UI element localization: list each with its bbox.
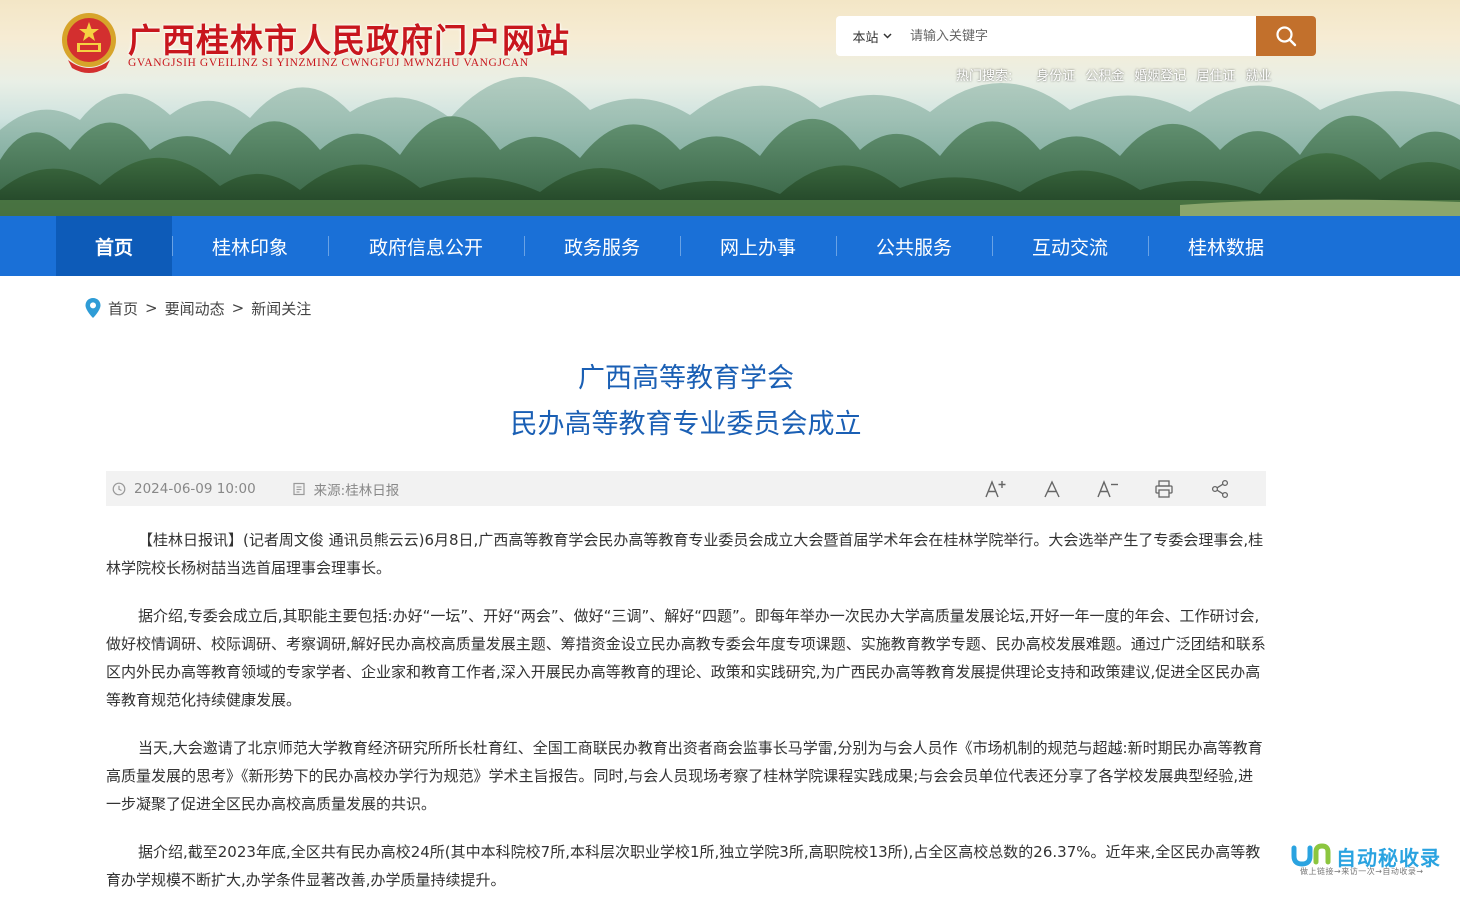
nav-online-office[interactable]: 网上办事 (680, 216, 836, 276)
article-source-text: 来源:桂林日报 (313, 482, 400, 499)
font-increase-button[interactable] (968, 471, 1024, 506)
article-paragraph: 【桂林日报讯】(记者周文俊 通讯员熊云云)6月8日,广西高等教育学会民办高等教育… (106, 531, 1264, 577)
font-decrease-icon (1097, 479, 1118, 497)
share-icon (1211, 479, 1229, 498)
article-title-line2: 民办高等教育专业委员会成立 (510, 409, 862, 440)
main-nav: 首页 桂林印象 政府信息公开 政务服务 网上办事 公共服务 互动交流 桂林数据 (0, 216, 1460, 276)
chevron-down-icon (882, 33, 892, 39)
location-pin-icon (85, 298, 101, 318)
search-input[interactable] (908, 16, 1256, 56)
print-button[interactable] (1136, 471, 1192, 506)
watermark-logo: 自动秘收录 做上链接→来访一次→自动收录→ (1290, 840, 1450, 880)
article-date-text: 2024-06-09 10:00 (134, 480, 256, 497)
breadcrumb: 首页 > 要闻动态 > 新闻关注 (84, 297, 311, 319)
breadcrumb-separator: > (145, 299, 158, 317)
hot-search-housing-fund[interactable]: 公积金 (1085, 65, 1124, 84)
article-source: 来源:桂林日报 (292, 479, 400, 499)
nav-interaction[interactable]: 互动交流 (992, 216, 1148, 276)
font-increase-icon (985, 479, 1006, 497)
nav-guilin-data[interactable]: 桂林数据 (1148, 216, 1304, 276)
document-icon (293, 482, 305, 495)
nav-home[interactable]: 首页 (56, 216, 172, 276)
nav-gov-info[interactable]: 政府信息公开 (328, 216, 524, 276)
watermark-subtext: 做上链接→来访一次→自动收录→ (1300, 867, 1424, 876)
article-content: 【桂林日报讯】(记者周文俊 通讯员熊云云)6月8日,广西高等教育学会民办高等教育… (106, 526, 1266, 902)
article-paragraph: 当天,大会邀请了北京师范大学教育经济研究所所长杜育红、全国工商联民办教育出资者商… (106, 739, 1263, 813)
font-decrease-button[interactable] (1080, 471, 1136, 506)
article-title-line1: 广西高等教育学会 (578, 363, 794, 394)
hot-search-id-card[interactable]: 身份证 (1036, 65, 1075, 84)
site-title: 广西桂林市人民政府门户网站 (128, 21, 570, 60)
search-scope-label: 本站 (852, 30, 879, 46)
clock-icon (112, 482, 126, 495)
breadcrumb-separator: > (231, 299, 245, 317)
font-normal-icon (1044, 479, 1060, 497)
article-meta-bar: 2024-06-09 10:00 来源:桂林日报 (106, 471, 1266, 506)
article-tools (968, 471, 1248, 506)
nav-gov-services[interactable]: 政务服务 (524, 216, 680, 276)
breadcrumb-current[interactable]: 新闻关注 (251, 298, 311, 319)
font-normal-button[interactable] (1024, 471, 1080, 506)
site-subtitle: GVANGJSIH GVEILINZ SI YINZMINZ CWNGFUJ M… (128, 57, 529, 69)
article-paragraph: 据介绍,专委会成立后,其职能主要包括:办好“一坛”、开好“两会”、做好“三调”、… (106, 607, 1266, 709)
hot-search-residence-permit[interactable]: 居住证 (1196, 65, 1235, 84)
national-emblem-icon (62, 13, 116, 73)
header-banner: 广西桂林市人民政府门户网站 GVANGJSIH GVEILINZ SI YINZ… (0, 0, 1460, 216)
share-button[interactable] (1192, 471, 1248, 506)
breadcrumb-home[interactable]: 首页 (108, 298, 138, 319)
breadcrumb-news[interactable]: 要闻动态 (165, 298, 225, 319)
article-date: 2024-06-09 10:00 (112, 481, 256, 497)
hot-search-label: 热门搜索: (956, 69, 1013, 84)
search-icon (1276, 26, 1297, 47)
search-scope-select[interactable]: 本站 (836, 16, 908, 56)
article-paragraph: 据介绍,截至2023年底,全区共有民办高校24所(其中本科院校7所,本科层次职业… (106, 843, 1261, 889)
print-icon (1155, 479, 1173, 498)
hot-search-marriage[interactable]: 婚姻登记 (1134, 65, 1186, 84)
search-button[interactable] (1256, 16, 1316, 56)
nav-public-services[interactable]: 公共服务 (836, 216, 992, 276)
hot-search-employment[interactable]: 就业 (1245, 65, 1271, 84)
watermark-mark-icon (1291, 843, 1331, 867)
hot-search: 热门搜索: 身份证 公积金 婚姻登记 居住证 就业 (956, 65, 1271, 84)
nav-guilin-impression[interactable]: 桂林印象 (172, 216, 328, 276)
search-bar: 本站 (836, 16, 1316, 56)
